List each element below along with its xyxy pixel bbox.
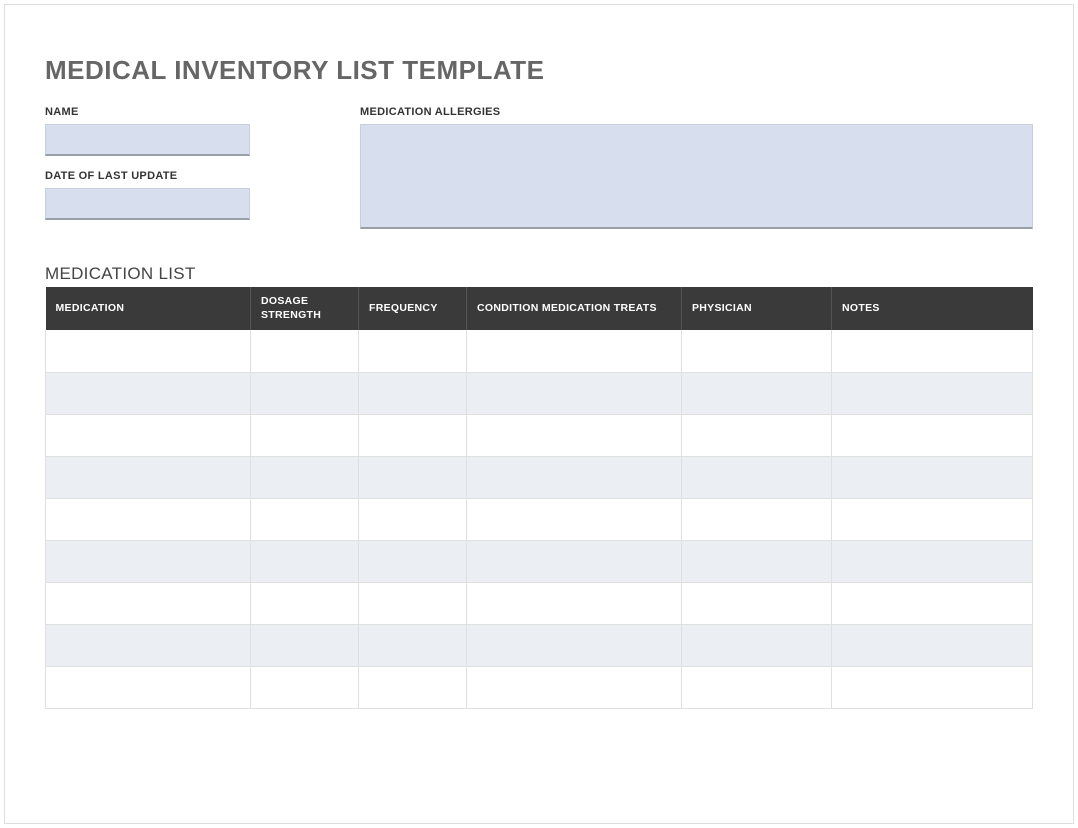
cell-frequency[interactable] bbox=[359, 540, 467, 582]
cell-notes[interactable] bbox=[832, 372, 1033, 414]
cell-notes[interactable] bbox=[832, 498, 1033, 540]
cell-frequency[interactable] bbox=[359, 582, 467, 624]
cell-dosage[interactable] bbox=[251, 666, 359, 708]
header-notes: NOTES bbox=[832, 287, 1033, 330]
cell-notes[interactable] bbox=[832, 666, 1033, 708]
cell-dosage[interactable] bbox=[251, 456, 359, 498]
cell-notes[interactable] bbox=[832, 624, 1033, 666]
cell-medication[interactable] bbox=[46, 330, 251, 372]
cell-dosage[interactable] bbox=[251, 582, 359, 624]
cell-physician[interactable] bbox=[682, 582, 832, 624]
header-frequency: FREQUENCY bbox=[359, 287, 467, 330]
cell-frequency[interactable] bbox=[359, 456, 467, 498]
header-physician: PHYSICIAN bbox=[682, 287, 832, 330]
table-row bbox=[46, 624, 1033, 666]
cell-frequency[interactable] bbox=[359, 372, 467, 414]
cell-condition[interactable] bbox=[467, 666, 682, 708]
cell-frequency[interactable] bbox=[359, 666, 467, 708]
page-title: MEDICAL INVENTORY LIST TEMPLATE bbox=[45, 55, 1033, 86]
cell-medication[interactable] bbox=[46, 498, 251, 540]
cell-condition[interactable] bbox=[467, 372, 682, 414]
cell-dosage[interactable] bbox=[251, 330, 359, 372]
cell-condition[interactable] bbox=[467, 330, 682, 372]
date-input[interactable] bbox=[45, 188, 250, 220]
table-header-row: MEDICATION DOSAGE STRENGTH FREQUENCY CON… bbox=[46, 287, 1033, 330]
table-row bbox=[46, 498, 1033, 540]
table-row bbox=[46, 372, 1033, 414]
cell-physician[interactable] bbox=[682, 456, 832, 498]
cell-physician[interactable] bbox=[682, 498, 832, 540]
cell-condition[interactable] bbox=[467, 582, 682, 624]
cell-physician[interactable] bbox=[682, 540, 832, 582]
cell-medication[interactable] bbox=[46, 456, 251, 498]
cell-frequency[interactable] bbox=[359, 414, 467, 456]
medication-table: MEDICATION DOSAGE STRENGTH FREQUENCY CON… bbox=[45, 287, 1033, 709]
page-container: MEDICAL INVENTORY LIST TEMPLATE NAME DAT… bbox=[4, 4, 1074, 824]
allergies-input[interactable] bbox=[360, 124, 1033, 229]
table-row bbox=[46, 540, 1033, 582]
cell-medication[interactable] bbox=[46, 414, 251, 456]
cell-dosage[interactable] bbox=[251, 414, 359, 456]
table-row bbox=[46, 582, 1033, 624]
cell-physician[interactable] bbox=[682, 330, 832, 372]
cell-notes[interactable] bbox=[832, 330, 1033, 372]
cell-medication[interactable] bbox=[46, 624, 251, 666]
cell-dosage[interactable] bbox=[251, 540, 359, 582]
cell-condition[interactable] bbox=[467, 456, 682, 498]
table-row bbox=[46, 414, 1033, 456]
header-dosage: DOSAGE STRENGTH bbox=[251, 287, 359, 330]
right-column: MEDICATION ALLERGIES bbox=[360, 106, 1033, 234]
cell-frequency[interactable] bbox=[359, 498, 467, 540]
cell-medication[interactable] bbox=[46, 540, 251, 582]
cell-condition[interactable] bbox=[467, 414, 682, 456]
allergies-label: MEDICATION ALLERGIES bbox=[360, 106, 1033, 118]
name-input[interactable] bbox=[45, 124, 250, 156]
cell-notes[interactable] bbox=[832, 456, 1033, 498]
cell-physician[interactable] bbox=[682, 666, 832, 708]
table-row bbox=[46, 666, 1033, 708]
cell-frequency[interactable] bbox=[359, 330, 467, 372]
cell-physician[interactable] bbox=[682, 372, 832, 414]
left-column: NAME DATE OF LAST UPDATE bbox=[45, 106, 250, 234]
header-condition: CONDITION MEDICATION TREATS bbox=[467, 287, 682, 330]
cell-medication[interactable] bbox=[46, 372, 251, 414]
cell-medication[interactable] bbox=[46, 666, 251, 708]
name-label: NAME bbox=[45, 106, 250, 118]
cell-physician[interactable] bbox=[682, 624, 832, 666]
table-row bbox=[46, 456, 1033, 498]
cell-condition[interactable] bbox=[467, 624, 682, 666]
header-fields: NAME DATE OF LAST UPDATE MEDICATION ALLE… bbox=[45, 106, 1033, 234]
cell-frequency[interactable] bbox=[359, 624, 467, 666]
cell-medication[interactable] bbox=[46, 582, 251, 624]
cell-notes[interactable] bbox=[832, 582, 1033, 624]
table-row bbox=[46, 330, 1033, 372]
cell-dosage[interactable] bbox=[251, 624, 359, 666]
cell-dosage[interactable] bbox=[251, 498, 359, 540]
cell-dosage[interactable] bbox=[251, 372, 359, 414]
cell-notes[interactable] bbox=[832, 540, 1033, 582]
date-label: DATE OF LAST UPDATE bbox=[45, 170, 250, 182]
cell-physician[interactable] bbox=[682, 414, 832, 456]
cell-condition[interactable] bbox=[467, 540, 682, 582]
cell-condition[interactable] bbox=[467, 498, 682, 540]
cell-notes[interactable] bbox=[832, 414, 1033, 456]
medication-list-label: MEDICATION LIST bbox=[45, 264, 1033, 284]
header-medication: MEDICATION bbox=[46, 287, 251, 330]
